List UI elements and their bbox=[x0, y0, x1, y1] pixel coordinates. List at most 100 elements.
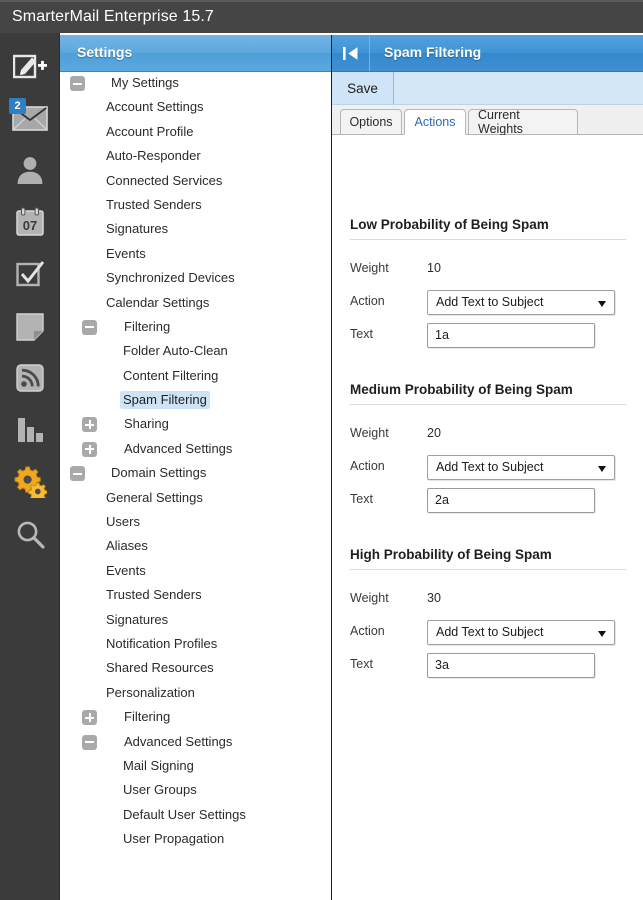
tree-row[interactable]: Spam Filtering bbox=[60, 389, 331, 413]
collapse-left-icon[interactable] bbox=[332, 35, 370, 71]
tree-item-label[interactable]: Folder Auto-Clean bbox=[120, 342, 231, 360]
tree-row[interactable]: Synchronized Devices bbox=[60, 267, 331, 291]
tree-item-label[interactable]: User Groups bbox=[120, 781, 200, 799]
tree-item-label[interactable]: Notification Profiles bbox=[103, 635, 220, 653]
text-input[interactable]: 1a bbox=[427, 323, 595, 348]
text-input-value: 2a bbox=[435, 493, 449, 507]
save-button[interactable]: Save bbox=[332, 72, 394, 104]
tree-item-label[interactable]: Events bbox=[103, 562, 149, 580]
tree-item-label[interactable]: Auto-Responder bbox=[103, 147, 204, 165]
tree-row[interactable]: Events bbox=[60, 560, 331, 584]
tree-expand-icon[interactable] bbox=[82, 417, 97, 433]
tree-item-label[interactable]: Advanced Settings bbox=[121, 733, 235, 751]
tree-row[interactable]: Trusted Senders bbox=[60, 194, 331, 218]
tree-item-label[interactable]: Calendar Settings bbox=[103, 294, 212, 312]
tree-item-label[interactable]: Shared Resources bbox=[103, 659, 217, 677]
tree-item-label[interactable]: Events bbox=[103, 245, 149, 263]
tree-row[interactable]: User Propagation bbox=[60, 828, 331, 852]
tree-row[interactable]: Aliases bbox=[60, 535, 331, 559]
tree-item-label[interactable]: Spam Filtering bbox=[120, 391, 210, 410]
text-input[interactable]: 2a bbox=[427, 488, 595, 513]
tree-row[interactable]: Content Filtering bbox=[60, 365, 331, 389]
tree-collapse-icon[interactable] bbox=[70, 76, 85, 91]
tree-row[interactable]: Notification Profiles bbox=[60, 633, 331, 657]
tree-row[interactable]: Sharing bbox=[60, 413, 331, 437]
tree-expand-icon[interactable] bbox=[82, 441, 97, 457]
tree-row[interactable]: Shared Resources bbox=[60, 657, 331, 681]
tree-row[interactable]: My Settings bbox=[60, 72, 331, 96]
tree-item-label[interactable]: Sharing bbox=[121, 415, 172, 433]
tree-collapse-icon[interactable] bbox=[70, 466, 85, 482]
settings-panel-header: Settings bbox=[60, 35, 331, 72]
tree-item-label[interactable]: Signatures bbox=[103, 220, 171, 238]
tree-row[interactable]: Advanced Settings bbox=[60, 731, 331, 755]
calendar-icon[interactable]: 07 bbox=[0, 195, 59, 249]
compose-new-icon[interactable] bbox=[0, 39, 59, 93]
tree-item-label[interactable]: Mail Signing bbox=[120, 757, 197, 775]
tree-item-label[interactable]: Synchronized Devices bbox=[103, 269, 238, 287]
tree-row[interactable]: Account Settings bbox=[60, 96, 331, 120]
tree-collapse-icon[interactable] bbox=[82, 319, 97, 335]
chevron-down-icon bbox=[598, 466, 606, 472]
tree-row[interactable]: Connected Services bbox=[60, 170, 331, 194]
tree-row[interactable]: Signatures bbox=[60, 609, 331, 633]
tree-row[interactable]: Users bbox=[60, 511, 331, 535]
tree-item-label[interactable]: User Propagation bbox=[120, 830, 227, 848]
tree-item-label[interactable]: Default User Settings bbox=[120, 806, 249, 824]
text-input[interactable]: 3a bbox=[427, 653, 595, 678]
tree-item-label[interactable]: Signatures bbox=[103, 611, 171, 629]
tree-row[interactable]: General Settings bbox=[60, 487, 331, 511]
tree-item-label[interactable]: Advanced Settings bbox=[121, 440, 235, 458]
tree-row[interactable]: Filtering bbox=[60, 316, 331, 340]
tree-item-label[interactable]: Account Settings bbox=[103, 98, 207, 116]
tree-item-label[interactable]: Trusted Senders bbox=[103, 196, 205, 214]
tasks-icon[interactable] bbox=[0, 247, 59, 301]
tree-row[interactable]: Default User Settings bbox=[60, 804, 331, 828]
tree-item-label[interactable]: Domain Settings bbox=[108, 464, 209, 482]
tree-row[interactable]: Account Profile bbox=[60, 121, 331, 145]
tree-row[interactable]: Mail Signing bbox=[60, 755, 331, 779]
text-label: Text bbox=[350, 327, 373, 341]
settings-gears-icon[interactable] bbox=[0, 455, 59, 509]
action-select[interactable]: Add Text to Subject bbox=[427, 290, 615, 315]
tree-item-label[interactable]: Filtering bbox=[121, 318, 173, 336]
rss-feeds-icon[interactable] bbox=[0, 351, 59, 405]
tree-item-label[interactable]: Filtering bbox=[121, 708, 173, 726]
notes-icon[interactable] bbox=[0, 299, 59, 353]
tree-row[interactable]: Personalization bbox=[60, 682, 331, 706]
tree-row[interactable]: Calendar Settings bbox=[60, 292, 331, 316]
action-select[interactable]: Add Text to Subject bbox=[427, 620, 615, 645]
tree-row[interactable]: Domain Settings bbox=[60, 462, 331, 486]
reports-icon[interactable] bbox=[0, 403, 59, 457]
search-icon[interactable] bbox=[0, 507, 59, 561]
tab-actions[interactable]: Actions bbox=[404, 109, 466, 135]
settings-tree: My Settings Account Settings Account Profi… bbox=[60, 72, 331, 900]
tree-collapse-icon[interactable] bbox=[82, 734, 97, 750]
tree-item-label[interactable]: Trusted Senders bbox=[103, 586, 205, 604]
tree-row[interactable]: Trusted Senders bbox=[60, 584, 331, 608]
tree-row[interactable]: Folder Auto-Clean bbox=[60, 340, 331, 364]
tree-row[interactable]: Advanced Settings bbox=[60, 438, 331, 462]
action-label: Action bbox=[350, 624, 385, 638]
tree-row[interactable]: Filtering bbox=[60, 706, 331, 730]
tree-row[interactable]: Auto-Responder bbox=[60, 145, 331, 169]
tree-item-label[interactable]: Aliases bbox=[103, 537, 151, 555]
contacts-icon[interactable] bbox=[0, 143, 59, 197]
tree-item-label[interactable]: Content Filtering bbox=[120, 367, 221, 385]
tree-item-label[interactable]: Connected Services bbox=[103, 172, 225, 190]
tree-expand-icon[interactable] bbox=[82, 710, 97, 726]
tree-row[interactable]: Events bbox=[60, 243, 331, 267]
tree-item-label[interactable]: Account Profile bbox=[103, 123, 196, 141]
tree-item-label[interactable]: My Settings bbox=[108, 74, 182, 92]
tree-row[interactable]: User Groups bbox=[60, 779, 331, 803]
spam-action-section: Medium Probability of Being Spam Weight 20… bbox=[332, 382, 643, 513]
tree-item-label[interactable]: General Settings bbox=[103, 489, 206, 507]
tree-item-label[interactable]: Personalization bbox=[103, 684, 198, 702]
tree-row[interactable]: Signatures bbox=[60, 218, 331, 242]
tab-options[interactable]: Options bbox=[340, 109, 402, 135]
tab-current-weights[interactable]: Current Weights bbox=[468, 108, 578, 136]
action-select[interactable]: Add Text to Subject bbox=[427, 455, 615, 480]
mail-icon[interactable]: 2 bbox=[0, 91, 59, 145]
window-title: SmarterMail Enterprise 15.7 bbox=[12, 8, 214, 25]
tree-item-label[interactable]: Users bbox=[103, 513, 143, 531]
